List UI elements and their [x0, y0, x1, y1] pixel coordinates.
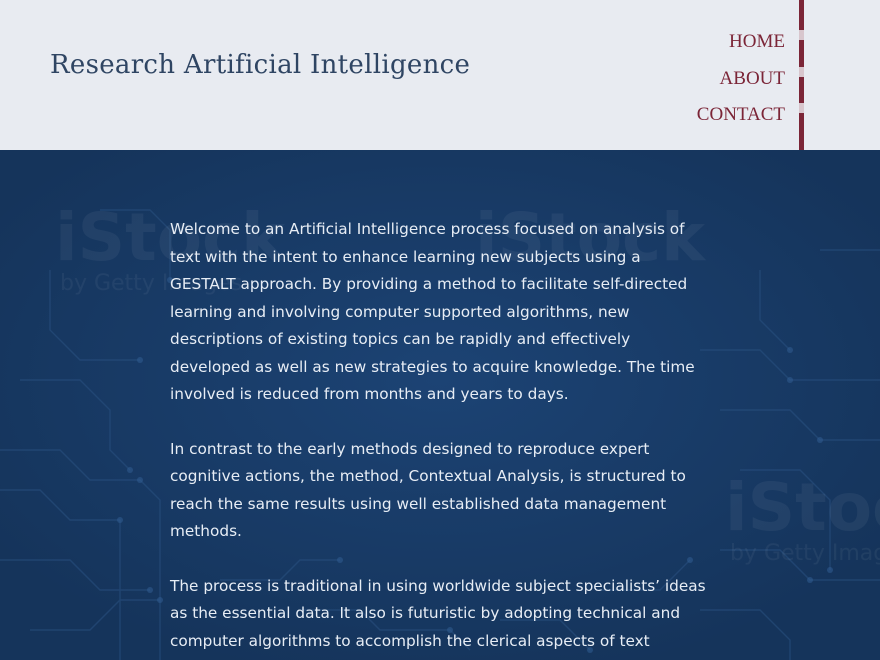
- site-header: Research Artificial Intelligence HOME AB…: [0, 0, 880, 150]
- intro-paragraph: In contrast to the early methods designe…: [170, 439, 686, 541]
- site-title: Research Artificial Intelligence: [50, 50, 471, 80]
- nav-contact-link[interactable]: CONTACT: [697, 97, 785, 134]
- intro-paragraph: Welcome to an Artificial Intelligence pr…: [170, 220, 695, 403]
- nav-about-link[interactable]: ABOUT: [720, 61, 785, 98]
- watermark-text: iStock: [725, 469, 880, 546]
- nav-home-link[interactable]: HOME: [729, 24, 785, 61]
- hero-section: iStock iStock iStock by Getty Images by …: [0, 150, 880, 660]
- intro-paragraph: The process is traditional in using worl…: [170, 576, 706, 650]
- nav-accent-tick: [799, 67, 804, 77]
- watermark-text: by Getty Images: [730, 541, 880, 566]
- nav-accent-tick: [799, 30, 804, 40]
- main-nav: HOME ABOUT CONTACT: [697, 24, 785, 134]
- nav-accent-tick: [799, 103, 804, 113]
- intro-content: Welcome to an Artificial Intelligence pr…: [170, 216, 710, 660]
